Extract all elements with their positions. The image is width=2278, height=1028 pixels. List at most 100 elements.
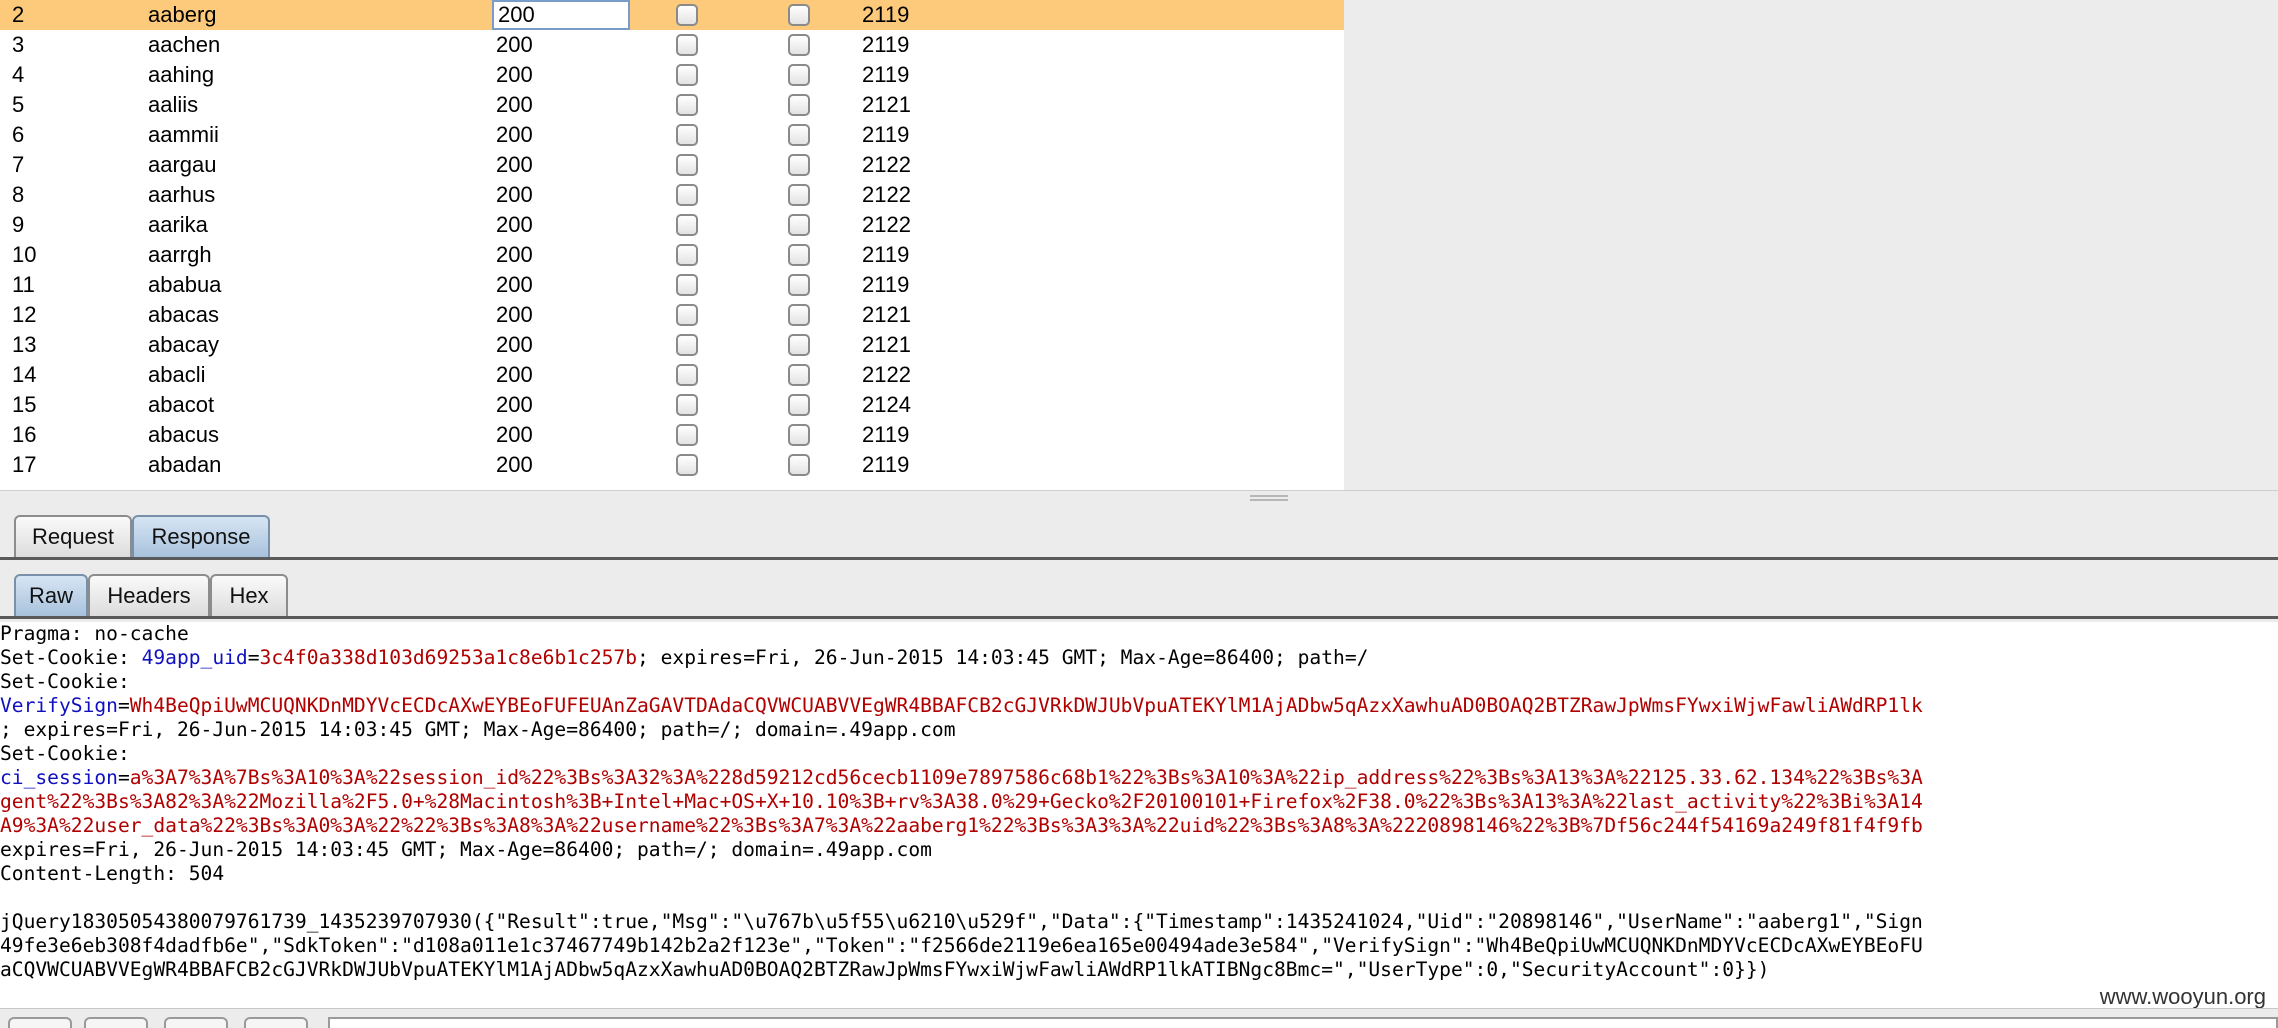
tab-hex[interactable]: Hex — [210, 574, 288, 616]
payload-cell: abacot — [148, 392, 215, 417]
timeout-checkbox[interactable] — [788, 4, 810, 26]
search-bar — [0, 1008, 2278, 1028]
payload-cell: aaberg — [148, 2, 217, 27]
tab-raw[interactable]: Raw — [14, 574, 88, 616]
splitter-grip-icon[interactable] — [1250, 495, 1288, 501]
status-cell: 200 — [496, 392, 533, 417]
timeout-checkbox[interactable] — [788, 424, 810, 446]
payload-cell: aarrgh — [148, 242, 212, 267]
cookie-attributes: ; expires=Fri, 26-Jun-2015 14:03:45 GMT;… — [0, 718, 956, 741]
error-checkbox[interactable] — [676, 334, 698, 356]
response-body-line: 49fe3e6eb308f4dadfb6e","SdkToken":"d108a… — [0, 934, 1923, 957]
previous-button[interactable] — [84, 1017, 148, 1028]
length-cell: 2122 — [862, 182, 911, 207]
length-cell: 2119 — [862, 2, 910, 27]
table-row[interactable]: 13 abacay 200 2121 — [0, 330, 1344, 360]
cookie-name: ci_session — [0, 766, 118, 789]
status-cell: 200 — [496, 452, 533, 477]
error-checkbox[interactable] — [676, 424, 698, 446]
length-cell: 2119 — [862, 242, 910, 267]
table-row[interactable]: 4 aahing 200 2119 — [0, 60, 1344, 90]
table-row[interactable]: 15 abacot 200 2124 — [0, 390, 1344, 420]
table-row[interactable]: 16 abacus 200 2119 — [0, 420, 1344, 450]
tab-response[interactable]: Response — [132, 515, 270, 557]
header-content-length: Content-Length: 504 — [0, 862, 225, 885]
add-button[interactable] — [164, 1017, 228, 1028]
table-row[interactable]: 2 aaberg 200 2119 — [0, 0, 1344, 30]
length-cell: 2119 — [862, 272, 910, 297]
request-number: 15 — [12, 392, 37, 417]
error-checkbox[interactable] — [676, 94, 698, 116]
error-checkbox[interactable] — [676, 154, 698, 176]
error-checkbox[interactable] — [676, 274, 698, 296]
status-cell: 200 — [496, 362, 533, 387]
cookie-attributes: expires=Fri, 26-Jun-2015 14:03:45 GMT; M… — [0, 838, 932, 861]
error-checkbox[interactable] — [676, 454, 698, 476]
table-row[interactable]: 9 aarika 200 2122 — [0, 210, 1344, 240]
table-row[interactable]: 11 ababua 200 2119 — [0, 270, 1344, 300]
length-cell: 2119 — [862, 32, 910, 57]
table-row[interactable]: 7 aargau 200 2122 — [0, 150, 1344, 180]
header-set-cookie-verifysign-label: Set-Cookie: — [0, 670, 142, 693]
error-checkbox[interactable] — [676, 64, 698, 86]
tab-request[interactable]: Request — [14, 515, 132, 557]
table-row[interactable]: 5 aaliis 200 2121 — [0, 90, 1344, 120]
error-checkbox[interactable] — [676, 394, 698, 416]
results-table: 2 aaberg 200 2119 3 aachen 200 2119 4 aahing 200 21… — [0, 0, 2278, 490]
timeout-checkbox[interactable] — [788, 244, 810, 266]
timeout-checkbox[interactable] — [788, 274, 810, 296]
header-pragma: Pragma: no-cache — [0, 622, 189, 645]
error-checkbox[interactable] — [676, 4, 698, 26]
timeout-checkbox[interactable] — [788, 334, 810, 356]
search-input[interactable] — [328, 1017, 2278, 1028]
request-number: 12 — [12, 302, 37, 327]
table-row[interactable]: 6 aammii 200 2119 — [0, 120, 1344, 150]
error-checkbox[interactable] — [676, 184, 698, 206]
error-checkbox[interactable] — [676, 364, 698, 386]
table-row[interactable]: 8 aarhus 200 2122 — [0, 180, 1344, 210]
payload-cell: abacay — [148, 332, 219, 357]
help-button[interactable] — [8, 1017, 72, 1028]
error-checkbox[interactable] — [676, 214, 698, 236]
status-cell: 200 — [496, 182, 533, 207]
length-cell: 2122 — [862, 152, 911, 177]
watermark: www.wooyun.org — [2099, 984, 2266, 1009]
cookie-name: 49app_uid — [141, 646, 248, 669]
request-number: 14 — [12, 362, 37, 387]
pane-splitter[interactable] — [0, 490, 2278, 504]
raw-response-text[interactable]: Pragma: no-cache Set-Cookie: 49app_uid=3… — [0, 622, 2278, 1012]
table-row[interactable]: 10 aarrgh 200 2119 — [0, 240, 1344, 270]
status-cell: 200 — [496, 32, 533, 57]
timeout-checkbox[interactable] — [788, 184, 810, 206]
table-row[interactable]: 14 abacli 200 2122 — [0, 360, 1344, 390]
timeout-checkbox-cell — [788, 454, 810, 484]
timeout-checkbox[interactable] — [788, 124, 810, 146]
timeout-checkbox[interactable] — [788, 94, 810, 116]
timeout-checkbox[interactable] — [788, 304, 810, 326]
error-checkbox[interactable] — [676, 34, 698, 56]
timeout-checkbox[interactable] — [788, 454, 810, 476]
response-body-line: aCQVWCUABVVEgWR4BBAFCB2cGJVRkDWJUbVpuATE… — [0, 958, 1770, 981]
timeout-checkbox[interactable] — [788, 214, 810, 236]
table-row[interactable]: 12 abacas 200 2121 — [0, 300, 1344, 330]
table-row[interactable]: 17 abadan 200 2119 — [0, 450, 1344, 480]
timeout-checkbox[interactable] — [788, 364, 810, 386]
payload-cell: aargau — [148, 152, 217, 177]
tab-headers[interactable]: Headers — [88, 574, 210, 616]
error-checkbox[interactable] — [676, 124, 698, 146]
next-button[interactable] — [244, 1017, 308, 1028]
request-number: 4 — [12, 62, 25, 87]
length-cell: 2119 — [862, 62, 910, 87]
request-number: 7 — [12, 152, 25, 177]
timeout-checkbox[interactable] — [788, 64, 810, 86]
error-checkbox[interactable] — [676, 244, 698, 266]
payload-cell: aaliis — [148, 92, 199, 117]
error-checkbox[interactable] — [676, 304, 698, 326]
header-set-cookie-session-label: Set-Cookie: — [0, 742, 142, 765]
results-rows: 2 aaberg 200 2119 3 aachen 200 2119 4 aahing 200 21… — [0, 0, 1344, 480]
timeout-checkbox[interactable] — [788, 154, 810, 176]
timeout-checkbox[interactable] — [788, 34, 810, 56]
timeout-checkbox[interactable] — [788, 394, 810, 416]
table-row[interactable]: 3 aachen 200 2119 — [0, 30, 1344, 60]
request-number: 5 — [12, 92, 25, 117]
